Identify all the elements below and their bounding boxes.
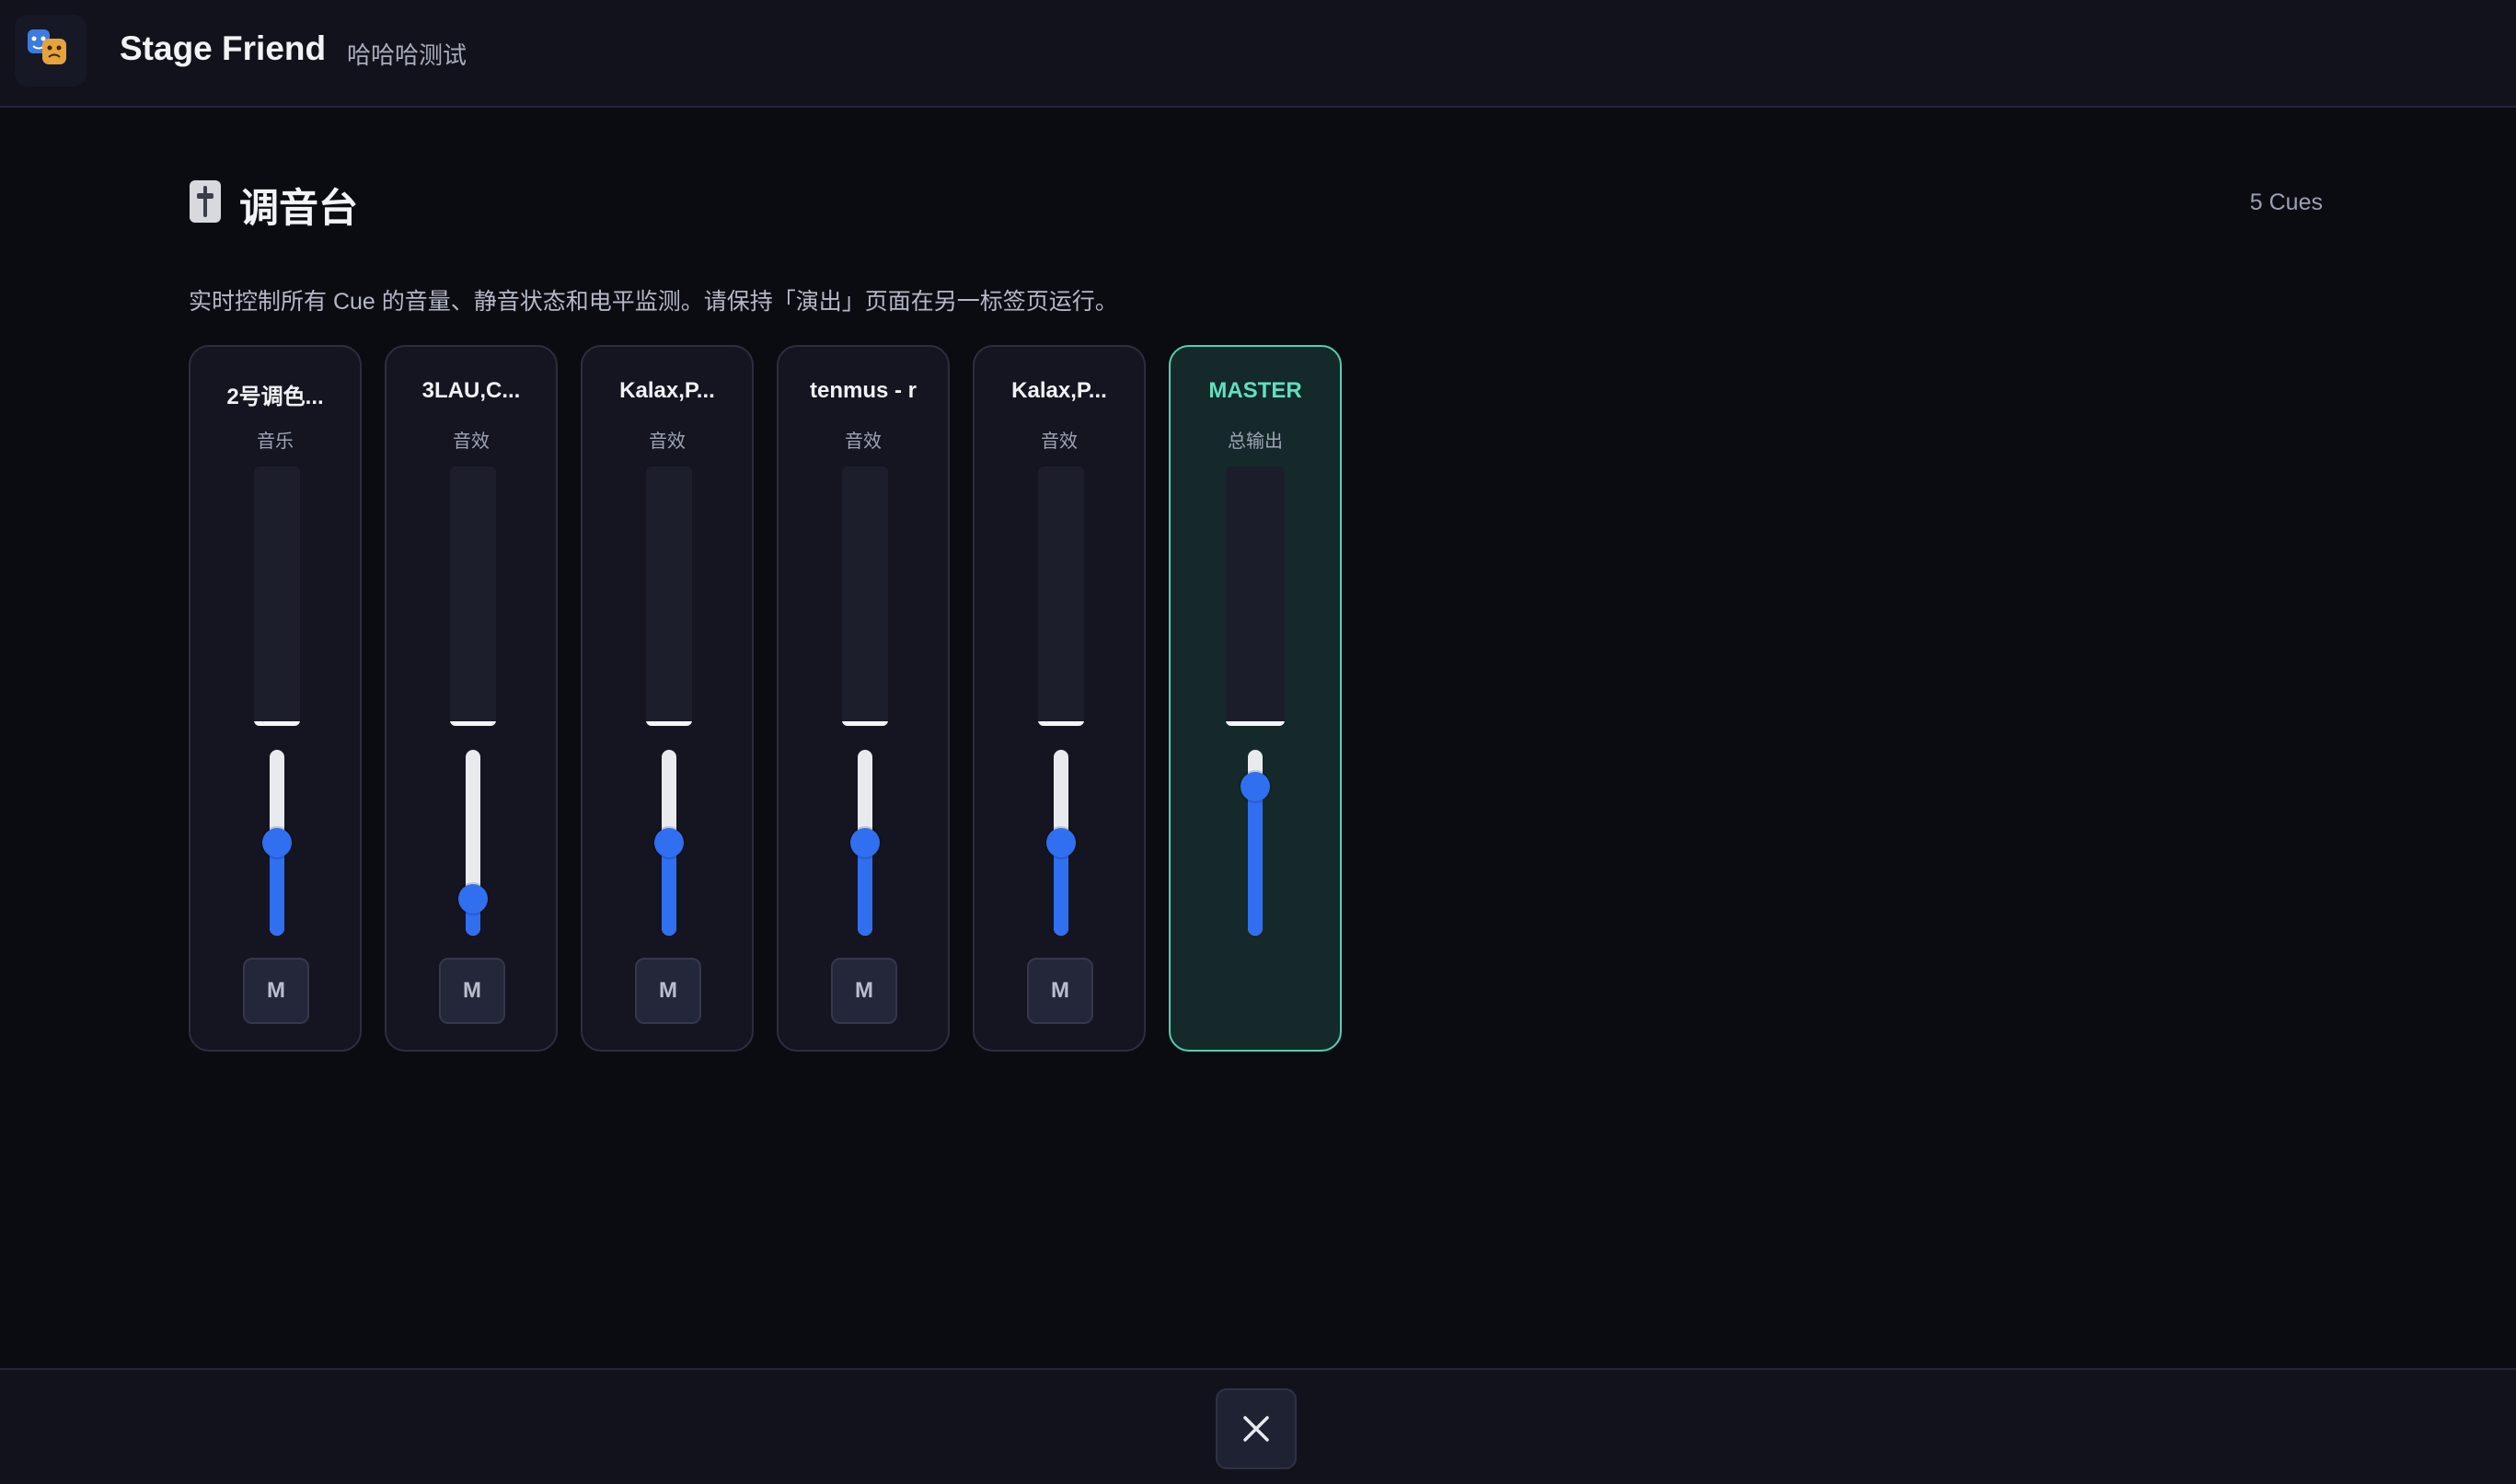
mute-button[interactable]: M: [1027, 958, 1093, 1024]
channel-type: 音效: [649, 431, 686, 452]
level-meter: [646, 466, 692, 726]
volume-slider[interactable]: [458, 750, 488, 936]
volume-slider[interactable]: [1046, 750, 1076, 936]
mute-button[interactable]: M: [243, 958, 309, 1024]
meter-level: [842, 721, 888, 726]
mute-button[interactable]: M: [439, 958, 505, 1024]
volume-slider-thumb[interactable]: [850, 828, 880, 857]
volume-fill: [1248, 787, 1263, 936]
mixer-fader-icon: [190, 180, 221, 223]
project-name: 哈哈哈测试: [347, 41, 467, 69]
volume-slider[interactable]: [654, 750, 684, 936]
mute-button[interactable]: M: [635, 958, 701, 1024]
close-button[interactable]: [1216, 1388, 1297, 1469]
level-meter: [450, 466, 496, 726]
meter-level: [646, 721, 692, 726]
channel-name: Kalax,P...: [619, 378, 715, 403]
volume-slider-thumb[interactable]: [654, 828, 684, 857]
volume-slider-thumb[interactable]: [262, 828, 292, 857]
channel-name: Kalax,P...: [1011, 378, 1107, 403]
page-title: 调音台: [239, 187, 358, 231]
meter-level: [1226, 721, 1285, 726]
master-volume-slider[interactable]: [1241, 750, 1270, 936]
channel-strip: Kalax,P... 音效 M: [973, 345, 1146, 1052]
master-type: 总输出: [1228, 431, 1283, 452]
master-strip: MASTER 总输出: [1169, 345, 1342, 1052]
volume-slider-thumb[interactable]: [458, 884, 488, 914]
meter-level: [254, 721, 300, 726]
master-name: MASTER: [1208, 378, 1302, 403]
channel-type: 音效: [453, 431, 490, 452]
master-level-meter: [1226, 466, 1285, 726]
level-meter: [842, 466, 888, 726]
channel-name: 3LAU,C...: [421, 378, 521, 403]
channel-type: 音乐: [257, 431, 294, 452]
channel-strip: 2号调色... 音乐 M: [189, 345, 362, 1052]
cue-count-badge: 5 Cues: [2249, 190, 2323, 215]
page-description: 实时控制所有 Cue 的音量、静音状态和电平监测。请保持「演出」页面在另一标签页…: [189, 289, 1118, 315]
close-icon: [1243, 1416, 1269, 1442]
mute-button[interactable]: M: [831, 958, 897, 1024]
volume-slider-thumb[interactable]: [1046, 828, 1076, 857]
channel-strip: tenmus - r 音效 M: [777, 345, 950, 1052]
channel-name: 2号调色...: [226, 385, 324, 409]
channel-type: 音效: [845, 431, 882, 452]
app-header: Stage Friend 哈哈哈测试: [0, 0, 2516, 108]
app-title: Stage Friend: [120, 29, 327, 67]
meter-level: [1038, 721, 1084, 726]
channel-strip: 3LAU,C... 音效 M: [385, 345, 558, 1052]
channel-name: tenmus - r: [809, 378, 917, 403]
master-volume-slider-thumb[interactable]: [1241, 772, 1270, 801]
volume-slider[interactable]: [262, 750, 292, 936]
bottom-bar: [0, 1368, 2516, 1484]
theater-masks-icon[interactable]: [15, 15, 87, 86]
volume-slider[interactable]: [850, 750, 880, 936]
channel-type: 音效: [1041, 431, 1078, 452]
channel-strip: Kalax,P... 音效 M: [581, 345, 754, 1052]
level-meter: [1038, 466, 1084, 726]
meter-level: [450, 721, 496, 726]
level-meter: [254, 466, 300, 726]
